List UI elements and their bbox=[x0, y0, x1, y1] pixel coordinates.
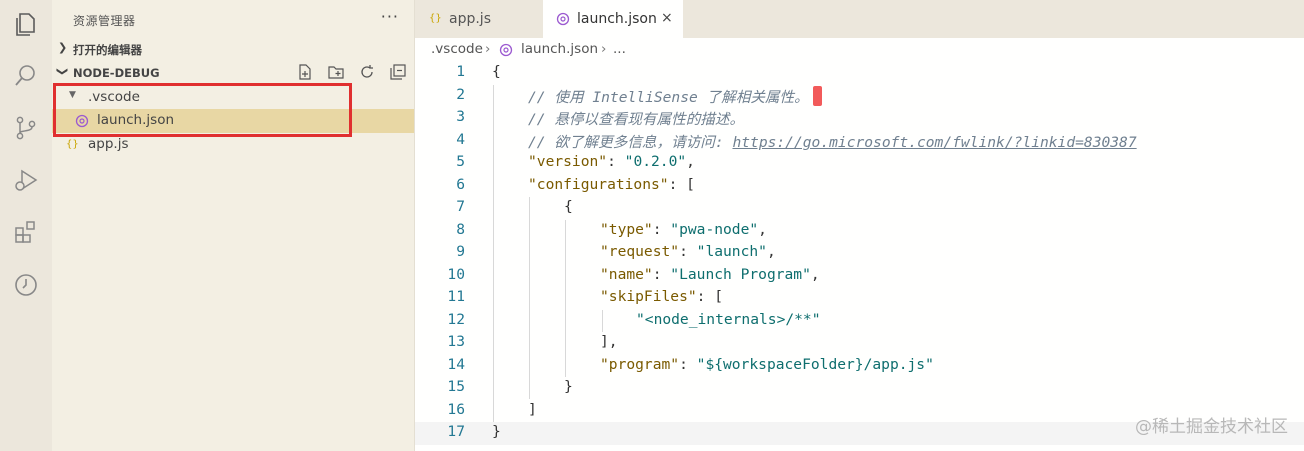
activity-bar bbox=[0, 0, 52, 451]
open-editors-section[interactable]: ❯ 打开的编辑器 bbox=[52, 38, 415, 60]
breadcrumb-separator: › bbox=[485, 41, 491, 57]
close-icon[interactable]: × bbox=[661, 10, 673, 26]
indent-guide bbox=[529, 197, 530, 399]
code-comment: // 使用 IntelliSense 了解相关属性。 bbox=[528, 89, 809, 106]
code-line: } bbox=[564, 378, 573, 395]
file-name: app.js bbox=[88, 136, 129, 152]
code-link[interactable]: https://go.microsoft.com/fwlink/?linkid=… bbox=[732, 134, 1136, 151]
annotation-highlight-box bbox=[53, 83, 352, 137]
timeline-icon[interactable] bbox=[12, 270, 40, 298]
line-number: 10 bbox=[447, 266, 465, 283]
js-file-icon: {} bbox=[66, 139, 79, 150]
code-line: ] bbox=[528, 401, 537, 418]
open-editors-label: 打开的编辑器 bbox=[73, 43, 142, 57]
chevron-right-icon: ❯ bbox=[58, 41, 68, 54]
project-label: NODE-DEBUG bbox=[73, 66, 160, 80]
json-settings-icon bbox=[556, 12, 570, 26]
extensions-icon[interactable] bbox=[12, 218, 40, 246]
sidebar-header: 资源管理器 ··· bbox=[52, 0, 415, 38]
json-key: "request" bbox=[600, 243, 680, 260]
json-key: "name" bbox=[600, 266, 653, 283]
json-key: "skipFiles" bbox=[600, 288, 697, 305]
tab-label: launch.json bbox=[577, 11, 657, 27]
indent-guide bbox=[602, 310, 603, 332]
more-actions-icon[interactable]: ··· bbox=[381, 7, 399, 26]
code-editor[interactable]: 1 2 3 4 5 6 7 8 9 10 11 12 13 14 15 16 1… bbox=[415, 62, 1304, 451]
collapse-all-icon[interactable] bbox=[389, 63, 407, 81]
project-section[interactable]: ❯ NODE-DEBUG bbox=[52, 62, 415, 84]
code-line: "version": "0.2.0", bbox=[528, 153, 695, 170]
line-number: 16 bbox=[447, 401, 465, 418]
json-key: "version" bbox=[528, 153, 608, 170]
line-number: 3 bbox=[456, 108, 465, 125]
code-line: } bbox=[492, 423, 501, 440]
line-number: 1 bbox=[456, 63, 465, 80]
breadcrumb: .vscode › launch.json › ... bbox=[415, 38, 1304, 62]
refresh-icon[interactable] bbox=[358, 63, 376, 81]
js-file-icon: {} bbox=[429, 13, 442, 24]
tab-label: app.js bbox=[449, 11, 491, 27]
line-number: 13 bbox=[447, 333, 465, 350]
code-line: ], bbox=[600, 333, 618, 350]
sidebar-title: 资源管理器 bbox=[73, 14, 136, 28]
breadcrumb-separator: › bbox=[601, 41, 607, 57]
code-comment: // 欲了解更多信息，请访问: bbox=[528, 134, 733, 151]
json-string: "<node_internals>/**" bbox=[636, 311, 821, 328]
code-line: "request": "launch", bbox=[600, 243, 776, 260]
new-folder-icon[interactable] bbox=[327, 63, 345, 81]
breadcrumb-file[interactable]: launch.json bbox=[521, 41, 598, 57]
line-number: 12 bbox=[447, 311, 465, 328]
line-number: 8 bbox=[456, 221, 465, 238]
line-number: 14 bbox=[447, 356, 465, 373]
run-debug-icon[interactable] bbox=[12, 166, 40, 194]
code-line: "type": "pwa-node", bbox=[600, 221, 767, 238]
files-icon[interactable] bbox=[12, 10, 40, 38]
tab-bar: {} app.js launch.json × bbox=[415, 0, 1304, 38]
tab-launch-json[interactable]: launch.json × bbox=[543, 0, 683, 38]
code-line: // 悬停以查看现有属性的描述。 bbox=[528, 108, 744, 129]
code-comment: // 悬停以查看现有属性的描述。 bbox=[528, 111, 745, 128]
indent-guide bbox=[493, 85, 494, 422]
chevron-down-icon: ❯ bbox=[56, 66, 70, 77]
json-key: "type" bbox=[600, 221, 653, 238]
code-line: // 使用 IntelliSense 了解相关属性。 bbox=[528, 86, 822, 107]
code-line: "skipFiles": [ bbox=[600, 288, 724, 305]
line-number: 4 bbox=[456, 131, 465, 148]
line-number: 11 bbox=[447, 288, 465, 305]
line-number: 15 bbox=[447, 378, 465, 395]
code-line: "name": "Launch Program", bbox=[600, 266, 820, 283]
code-line: "configurations": [ bbox=[528, 176, 695, 193]
section-actions bbox=[288, 63, 407, 83]
code-line: { bbox=[492, 63, 501, 80]
new-file-icon[interactable] bbox=[296, 63, 314, 81]
code-line: "<node_internals>/**" bbox=[636, 311, 821, 328]
code-line: "program": "${workspaceFolder}/app.js" bbox=[600, 356, 934, 373]
source-control-icon[interactable] bbox=[12, 114, 40, 142]
json-string: "Launch Program" bbox=[670, 266, 811, 283]
line-number: 17 bbox=[447, 423, 465, 440]
search-icon[interactable] bbox=[12, 62, 40, 90]
json-key: "configurations" bbox=[528, 176, 669, 193]
json-key: "program" bbox=[600, 356, 680, 373]
breadcrumb-more[interactable]: ... bbox=[613, 41, 626, 57]
explorer-sidebar: 资源管理器 ··· ❯ 打开的编辑器 ❯ NODE-DEBUG ▼ .vscod… bbox=[52, 0, 415, 451]
text-cursor bbox=[812, 86, 822, 106]
breadcrumb-folder[interactable]: .vscode bbox=[431, 41, 483, 57]
line-number: 5 bbox=[456, 153, 465, 170]
code-line: { bbox=[564, 198, 573, 215]
line-number: 9 bbox=[456, 243, 465, 260]
indent-guide bbox=[565, 220, 566, 377]
line-number: 7 bbox=[456, 198, 465, 215]
json-string: "launch" bbox=[696, 243, 767, 260]
tab-app-js[interactable]: {} app.js bbox=[415, 0, 543, 38]
line-number: 6 bbox=[456, 176, 465, 193]
json-string: "${workspaceFolder}/app.js" bbox=[696, 356, 934, 373]
watermark: @稀土掘金技术社区 bbox=[1135, 417, 1288, 437]
json-settings-icon bbox=[499, 43, 513, 57]
line-number: 2 bbox=[456, 86, 465, 103]
json-string: "0.2.0" bbox=[624, 153, 687, 170]
json-string: "pwa-node" bbox=[670, 221, 759, 238]
code-line: // 欲了解更多信息，请访问: https://go.microsoft.com… bbox=[528, 131, 1137, 152]
